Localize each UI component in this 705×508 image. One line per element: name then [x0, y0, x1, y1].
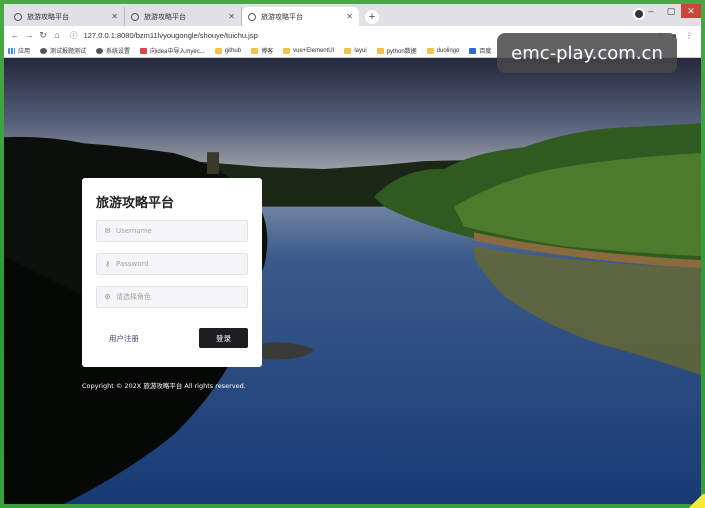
bookmark-item[interactable]: layui	[344, 47, 367, 54]
tab-3-active[interactable]: 旅游攻略平台 ✕	[242, 7, 359, 26]
login-button[interactable]: 登录	[199, 328, 248, 348]
folder-icon	[251, 47, 259, 54]
corner-mark	[687, 494, 705, 508]
tab-1[interactable]: 旅游攻略平台 ✕	[8, 7, 125, 26]
menu-icon[interactable]: ⋮	[685, 31, 693, 40]
apps-icon	[8, 47, 15, 54]
gear-icon: ⚙	[104, 294, 111, 301]
bookmark-label: 博客	[261, 49, 274, 55]
globe-icon	[131, 12, 139, 21]
bookmark-item[interactable]: github	[214, 47, 242, 54]
login-actions: 用户注册 登录	[96, 328, 248, 348]
close-icon[interactable]: ✕	[228, 12, 235, 21]
bookmark-item[interactable]: python数据	[376, 46, 417, 55]
role-input[interactable]	[116, 293, 241, 301]
username-field[interactable]: ✉	[96, 220, 248, 242]
close-icon[interactable]: ✕	[111, 12, 118, 21]
bookmark-label: 系统设置	[106, 49, 131, 55]
bookmark-label: 向idea中导入myec...	[150, 49, 205, 55]
back-icon[interactable]: ←	[8, 30, 22, 40]
register-link[interactable]: 用户注册	[109, 333, 139, 344]
window-frame: 旅游攻略平台 ✕ 旅游攻略平台 ✕ 旅游攻略平台 ✕ + – ▢ ✕ ← → ↻…	[0, 0, 705, 508]
globe-icon	[248, 12, 256, 21]
bookmark-label: python数据	[386, 49, 417, 55]
page-icon	[96, 47, 104, 54]
close-icon[interactable]: ✕	[346, 12, 353, 21]
window-controls: – ▢ ✕	[641, 4, 701, 20]
password-field[interactable]: ⚷	[96, 253, 248, 275]
bookmark-label: duolingo	[436, 47, 460, 54]
globe-icon	[40, 47, 48, 54]
globe-icon	[14, 12, 22, 21]
blue-icon	[469, 47, 477, 54]
tab-title: 旅游攻略平台	[144, 13, 186, 21]
window-close-icon[interactable]: ✕	[681, 4, 701, 18]
bookmark-item[interactable]: 系统设置	[96, 46, 130, 55]
info-icon[interactable]: ⓘ	[70, 31, 78, 40]
password-input[interactable]	[116, 260, 241, 268]
envelope-icon: ✉	[104, 228, 111, 235]
folder-icon	[344, 47, 352, 54]
forward-icon[interactable]: →	[22, 30, 36, 40]
key-icon: ⚷	[104, 261, 111, 268]
red-icon	[140, 47, 148, 54]
bookmark-item[interactable]: 测试报题测试	[40, 46, 86, 55]
tab-title: 旅游攻略平台	[27, 13, 69, 21]
username-input[interactable]	[116, 227, 241, 235]
reload-icon[interactable]: ↻	[36, 30, 50, 41]
tab-strip: 旅游攻略平台 ✕ 旅游攻略平台 ✕ 旅游攻略平台 ✕ + – ▢ ✕	[4, 4, 701, 26]
copyright-text: Copyright © 202X 旅游攻略平台 All rights reser…	[82, 382, 246, 390]
page-viewport: 旅游攻略平台 ✉ ⚷ ⚙ 用户注册 登录 Copyright	[4, 58, 701, 504]
bookmark-item[interactable]: 向idea中导入myec...	[140, 46, 205, 55]
tab-2[interactable]: 旅游攻略平台 ✕	[125, 7, 242, 26]
home-icon[interactable]: ⌂	[50, 30, 64, 40]
folder-icon	[376, 47, 384, 54]
bookmark-label: 测试报题测试	[50, 49, 87, 55]
bookmark-label: layui	[354, 47, 367, 54]
maximize-icon[interactable]: ▢	[661, 4, 681, 18]
login-card: 旅游攻略平台 ✉ ⚷ ⚙ 用户注册 登录	[82, 178, 262, 367]
bookmark-label: vue+ElementUI	[293, 47, 335, 54]
folder-icon	[426, 47, 434, 54]
new-tab-button[interactable]: +	[365, 10, 379, 24]
role-select[interactable]: ⚙	[96, 286, 248, 308]
bookmark-item[interactable]: duolingo	[426, 47, 460, 54]
bookmark-item[interactable]: 博客	[251, 46, 273, 55]
bookmark-item[interactable]: vue+ElementUI	[283, 47, 335, 54]
bookmark-label: github	[224, 47, 242, 54]
bookmark-item[interactable]: 应用	[8, 46, 30, 55]
bookmark-label: 应用	[18, 49, 31, 55]
minimize-icon[interactable]: –	[641, 4, 661, 18]
login-title: 旅游攻略平台	[96, 196, 175, 211]
folder-icon	[214, 47, 222, 54]
folder-icon	[283, 47, 291, 54]
url-text: 127.0.0.1:8080/bzm11lvyougongle/shouye/t…	[83, 30, 258, 40]
browser-window: 旅游攻略平台 ✕ 旅游攻略平台 ✕ 旅游攻略平台 ✕ + – ▢ ✕ ← → ↻…	[4, 4, 701, 504]
bookmark-item[interactable]: 百度	[469, 46, 491, 55]
tab-title: 旅游攻略平台	[261, 13, 303, 21]
bookmark-label: 百度	[479, 49, 492, 55]
watermark: emc-play.com.cn	[497, 33, 677, 73]
